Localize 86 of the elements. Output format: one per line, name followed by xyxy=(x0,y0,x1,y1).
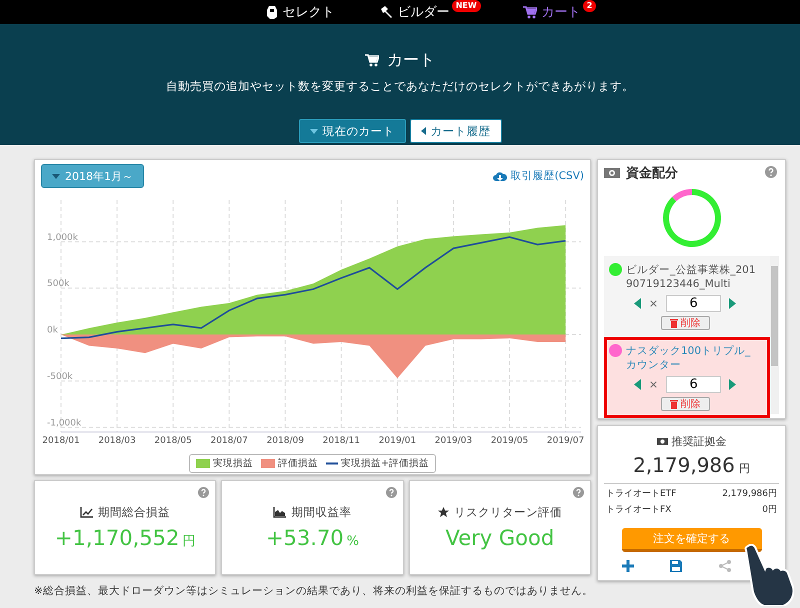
donut-chart-drawing xyxy=(662,188,722,248)
axis-label: 2019/01 xyxy=(378,436,416,446)
breakdown-label: トライオートETF xyxy=(606,488,676,500)
legend-swatch-icon xyxy=(261,459,276,468)
help-icon[interactable] xyxy=(198,487,210,498)
axis-label: 2018/05 xyxy=(154,436,192,446)
allocation-item[interactable]: ナスダック100トリプル_カウンター × 6 削除 xyxy=(604,337,770,418)
cloud-download-icon[interactable] xyxy=(492,170,507,182)
axis-label: 500k xyxy=(47,279,70,290)
axis-label: 2018/11 xyxy=(322,436,360,446)
axis-label: 0k xyxy=(47,326,58,336)
axis-label: 2019/07 xyxy=(546,436,584,446)
delete-button[interactable]: 削除 xyxy=(660,397,710,411)
breakdown-value: 2,179,986円 xyxy=(722,488,777,500)
money-icon xyxy=(656,438,668,445)
badge: NEW xyxy=(452,0,481,12)
caret-down-icon xyxy=(52,174,60,178)
save-icon[interactable] xyxy=(670,560,682,572)
trash-icon xyxy=(670,400,678,408)
quantity-input[interactable]: 6 xyxy=(666,295,722,312)
scrollbar[interactable] xyxy=(770,256,779,414)
stat-title: 期間総合損益 xyxy=(98,505,170,520)
cart-icon xyxy=(365,54,379,67)
axis-label: 2018/09 xyxy=(266,436,304,446)
nav-link[interactable]: ビルダー xyxy=(356,0,452,24)
cart-history-tab[interactable]: カート履歴 xyxy=(410,119,502,143)
caret-left-icon xyxy=(420,127,426,135)
increase-arrow-icon[interactable] xyxy=(729,298,736,309)
nav-link[interactable]: セレクト xyxy=(244,0,337,24)
strategy-name: ビルダー_公益事業株_20190719123446_Multi xyxy=(626,263,757,291)
breakdown-label: トライオートFX xyxy=(606,504,672,516)
csv-download-link[interactable]: 取引履歴(CSV) xyxy=(492,169,584,183)
quantity-input[interactable]: 6 xyxy=(666,376,722,393)
line-chart-icon xyxy=(80,507,94,518)
axis-label: 1,000k xyxy=(47,232,78,243)
page-title: カート xyxy=(387,50,435,71)
help-icon[interactable] xyxy=(765,166,777,178)
current-cart-tab[interactable]: 現在のカート xyxy=(298,119,406,143)
hammer-icon xyxy=(378,5,393,19)
nav-link[interactable]: カート xyxy=(500,0,583,24)
legend-swatch-icon xyxy=(196,459,210,468)
axis-label: 2019/05 xyxy=(490,436,528,446)
hand-card-icon xyxy=(266,5,278,19)
axis-label: 2018/01 xyxy=(42,436,80,446)
trash-icon xyxy=(670,318,678,328)
axis-label: -500k xyxy=(47,372,73,382)
legend-label: 実現損益+評価損益 xyxy=(341,457,429,470)
multiply-sign: × xyxy=(648,297,658,310)
help-icon[interactable] xyxy=(572,487,584,498)
stat-value: +53.70 xyxy=(266,526,344,550)
area-chart-icon xyxy=(273,507,286,518)
decrease-arrow-icon[interactable] xyxy=(634,298,641,309)
legend-label: 実現損益 xyxy=(213,457,254,470)
share-icon[interactable] xyxy=(718,560,731,572)
panel-title: 資金配分 xyxy=(626,165,678,182)
stat-value: +1,170,552 xyxy=(54,526,180,550)
increase-arrow-icon[interactable] xyxy=(729,379,736,390)
star-icon xyxy=(438,507,449,518)
stat-value: Very Good xyxy=(445,526,554,550)
currency-unit: 円 xyxy=(738,461,750,476)
money-icon xyxy=(604,168,620,178)
panel-title: 推奨証拠金 xyxy=(672,434,726,449)
stat-unit: 円 xyxy=(182,533,196,550)
stat-title: リスクリターン評価 xyxy=(454,505,562,520)
margin-amount: 2,179,986 xyxy=(633,453,735,477)
plus-icon[interactable] xyxy=(622,560,634,572)
legend-label: 評価損益 xyxy=(278,457,318,470)
delete-button[interactable]: 削除 xyxy=(660,316,710,330)
stat-unit: % xyxy=(346,534,360,549)
axis-label: 2019/03 xyxy=(434,436,472,446)
strategy-name: ナスダック100トリプル_カウンター xyxy=(626,344,752,372)
caret-down-icon xyxy=(310,128,318,134)
axis-label: -1,000k xyxy=(47,418,82,428)
allocation-item[interactable]: ビルダー_公益事業株_20190719123446_Multi × 6 削除 xyxy=(604,256,770,337)
multiply-sign: × xyxy=(648,378,658,391)
page-subtitle: 自動売買の追加やセット数を変更することであなただけのセレクトができあがります。 xyxy=(166,79,634,94)
badge: 2 xyxy=(582,0,596,12)
stat-title: 期間収益率 xyxy=(291,505,352,520)
help-icon[interactable] xyxy=(386,487,397,498)
cart-icon xyxy=(522,6,537,18)
legend-line-icon xyxy=(326,462,338,465)
decrease-arrow-icon[interactable] xyxy=(634,379,641,390)
breakdown-value: 0円 xyxy=(762,504,777,516)
axis-label: 2018/03 xyxy=(98,436,136,446)
disclaimer-text: ※総合損益、最大ドローダウン等はシミュレーションの結果であり、将来の利益を保証するものではありません。 xyxy=(34,584,594,598)
axis-label: 2018/07 xyxy=(210,436,248,446)
